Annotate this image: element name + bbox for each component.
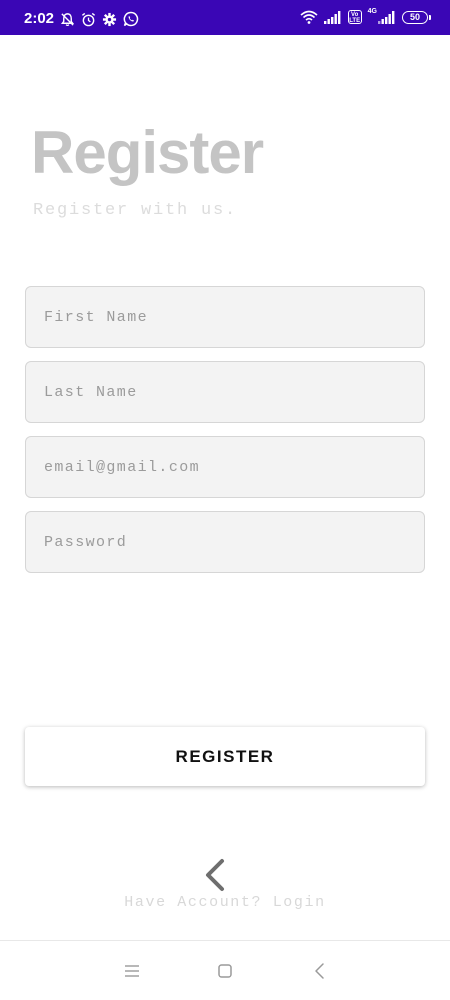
first-name-field[interactable]	[25, 286, 425, 348]
network-type: 4G	[367, 7, 377, 15]
signal-icon	[378, 10, 395, 24]
login-link[interactable]: Have Account? Login	[0, 894, 450, 911]
back-icon[interactable]	[310, 961, 330, 981]
page-subtitle: Register with us.	[33, 201, 238, 220]
volte-icon: Vo LTE	[347, 10, 362, 24]
muted-bell-icon	[60, 12, 75, 26]
email-field[interactable]	[25, 436, 425, 498]
last-name-field[interactable]	[25, 361, 425, 423]
battery-icon: 50	[402, 10, 431, 24]
menu-icon[interactable]	[122, 961, 142, 981]
register-button[interactable]: REGISTER	[25, 727, 425, 786]
password-field[interactable]	[25, 511, 425, 573]
register-screen: 2:02 Vo LTE 4G 50 Register Register with…	[0, 0, 450, 1000]
status-left-icons	[60, 11, 139, 27]
register-form	[25, 286, 425, 586]
wifi-icon	[300, 10, 318, 24]
chevron-left-icon[interactable]	[203, 858, 227, 892]
status-right-icons: Vo LTE 4G 50	[300, 7, 431, 24]
alarm-icon	[81, 12, 96, 26]
status-bar: 2:02 Vo LTE 4G 50	[0, 0, 450, 35]
gear-icon	[102, 12, 117, 26]
system-nav-bar	[0, 940, 450, 1000]
whatsapp-icon	[123, 11, 139, 27]
home-icon[interactable]	[215, 961, 235, 981]
signal-icon	[323, 10, 341, 24]
status-time: 2:02	[24, 10, 55, 27]
page-title: Register	[31, 119, 264, 186]
